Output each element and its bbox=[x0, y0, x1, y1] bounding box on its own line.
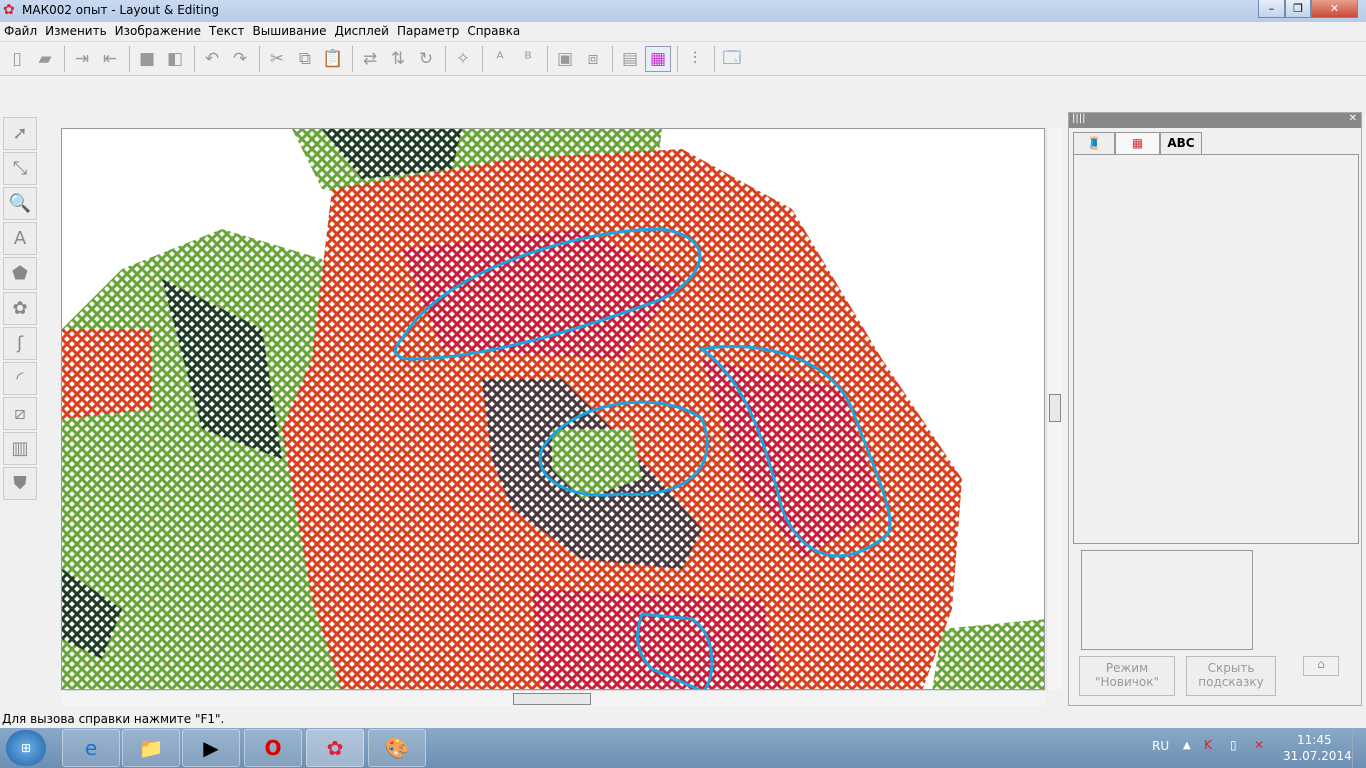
menu-edit[interactable]: Изменить bbox=[41, 22, 111, 40]
curve-tool-icon[interactable]: ʃ bbox=[3, 327, 37, 360]
close-button[interactable]: ✕ bbox=[1311, 0, 1358, 18]
battery-icon[interactable]: ▯ bbox=[1230, 738, 1237, 752]
tab-thread-colors[interactable]: 🧵 bbox=[1073, 132, 1115, 154]
sequence-icon[interactable]: ⧈ bbox=[580, 46, 606, 72]
stitch-tool-icon[interactable]: ⧄ bbox=[3, 397, 37, 430]
maximize-button[interactable]: ❐ bbox=[1285, 0, 1311, 18]
show-desktop-button[interactable] bbox=[1352, 728, 1366, 768]
corner-tool-icon[interactable]: ◜ bbox=[3, 362, 37, 395]
explorer-taskbar-icon[interactable]: 📁 bbox=[122, 729, 180, 767]
window-title: МАК002 опыт - Layout & Editing bbox=[22, 3, 219, 17]
undo-icon[interactable]: ↶ bbox=[199, 46, 225, 72]
panel-header: |||| ✕ bbox=[1069, 113, 1361, 128]
vertical-scrollbar[interactable] bbox=[1046, 128, 1062, 690]
hide-hint-button[interactable]: Скрыть подсказку bbox=[1186, 656, 1276, 696]
vertical-scroll-thumb[interactable] bbox=[1049, 394, 1061, 422]
mirror-icon[interactable]: ⇄ bbox=[357, 46, 383, 72]
paint-taskbar-icon[interactable]: 🎨 bbox=[368, 729, 426, 767]
tool-palette: ➚ ⤡ 🔍 A ⬟ ✿ ʃ ◜ ⧄ ▥ ⛊ bbox=[3, 117, 38, 502]
copy-icon[interactable]: ⧉ bbox=[292, 46, 318, 72]
panel-content bbox=[1073, 154, 1359, 544]
color-display-icon[interactable]: ▦ bbox=[645, 46, 671, 72]
text-tool-icon[interactable]: A bbox=[3, 222, 37, 255]
menu-text[interactable]: Текст bbox=[205, 22, 249, 40]
export-icon[interactable]: ⇤ bbox=[97, 46, 123, 72]
embroidery-app-taskbar-icon[interactable]: ✿ bbox=[306, 729, 364, 767]
menu-image[interactable]: Изображение bbox=[111, 22, 205, 40]
tab-abc[interactable]: ABC bbox=[1160, 132, 1202, 154]
app-flower-icon: ✿ bbox=[3, 2, 15, 18]
preview-icon[interactable]: ▤ bbox=[617, 46, 643, 72]
green-leaves-right bbox=[932, 619, 1044, 689]
title-bar: ✿ МАК002 опыт - Layout & Editing – ❐ ✕ bbox=[0, 0, 1366, 22]
network-icon[interactable]: ✕ bbox=[1254, 738, 1264, 752]
menu-display[interactable]: Дисплей bbox=[330, 22, 392, 40]
ie-taskbar-icon[interactable]: e bbox=[62, 729, 120, 767]
flip-icon[interactable]: ⇅ bbox=[385, 46, 411, 72]
import-shape-tool-icon[interactable]: ✿ bbox=[3, 292, 37, 325]
redo-icon[interactable]: ↷ bbox=[227, 46, 253, 72]
text-down-icon[interactable]: ᴬ bbox=[487, 46, 513, 72]
horizontal-scrollbar[interactable] bbox=[61, 690, 1045, 706]
design-canvas[interactable] bbox=[61, 128, 1045, 690]
cut-icon[interactable]: ✂ bbox=[264, 46, 290, 72]
home-settings-icon[interactable]: ⌂ bbox=[1303, 656, 1339, 676]
menu-file[interactable]: Файл bbox=[0, 22, 41, 40]
point-edit-tool-icon[interactable]: ⤡ bbox=[3, 152, 37, 185]
save-icon[interactable]: ■ bbox=[134, 46, 160, 72]
opera-taskbar-icon[interactable]: O bbox=[244, 729, 302, 767]
menu-bar: Файл Изменить Изображение Текст Вышивание Дис… bbox=[0, 22, 1366, 42]
new-icon[interactable]: ▯ bbox=[4, 46, 30, 72]
language-indicator[interactable]: RU bbox=[1152, 739, 1169, 753]
panel-close-icon[interactable]: ✕ bbox=[1349, 113, 1357, 124]
select-tool-icon[interactable]: ➚ bbox=[3, 117, 37, 150]
clock-date[interactable]: 31.07.2014 bbox=[1283, 749, 1352, 763]
zoom-tool-icon[interactable]: 🔍 bbox=[3, 187, 37, 220]
hint-box bbox=[1081, 550, 1253, 650]
clock-time[interactable]: 11:45 bbox=[1297, 733, 1332, 747]
minimize-button[interactable]: – bbox=[1258, 0, 1285, 18]
media-player-taskbar-icon[interactable]: ▶ bbox=[182, 729, 240, 767]
horizontal-scroll-thumb[interactable] bbox=[513, 693, 591, 705]
text-up-icon[interactable]: ᴮ bbox=[515, 46, 541, 72]
stamp-tool-icon[interactable]: ⛊ bbox=[3, 467, 37, 500]
import-icon[interactable]: ⇥ bbox=[69, 46, 95, 72]
menu-embroidery[interactable]: Вышивание bbox=[249, 22, 331, 40]
side-panel: |||| ✕ 🧵 ▦ ABC Режим "Новичок" Скрыть под… bbox=[1068, 112, 1362, 706]
menu-parameter[interactable]: Параметр bbox=[393, 22, 463, 40]
status-bar: Для вызова справки нажмите "F1". bbox=[2, 712, 225, 726]
hoop-icon[interactable]: ▣ bbox=[552, 46, 578, 72]
tray-expand-icon[interactable]: ▲ bbox=[1183, 740, 1191, 751]
novice-mode-button[interactable]: Режим "Новичок" bbox=[1079, 656, 1175, 696]
tab-stitch-list[interactable]: ▦ bbox=[1115, 132, 1160, 154]
antivirus-icon[interactable]: K bbox=[1204, 738, 1212, 752]
save-as-icon[interactable]: ◧ bbox=[162, 46, 188, 72]
shape-tool-icon[interactable]: ⬟ bbox=[3, 257, 37, 290]
stitch-icon[interactable]: ⫶ bbox=[682, 46, 708, 72]
rotate-icon[interactable]: ↻ bbox=[413, 46, 439, 72]
window-icon[interactable]: 🗔 bbox=[719, 46, 745, 72]
taskbar: ⊞ e 📁 ▶ O ✿ 🎨 RU ▲ K ▯ ✕ 11:45 31.07.201… bbox=[0, 728, 1366, 768]
toolbar: ▯ ▰ ⇥ ⇤ ■ ◧ ↶ ↷ ✂ ⧉ 📋 ⇄ ⇅ ↻ ✧ ᴬᴮ ▣ ⧈ ▤ ▦ ⫶ 🗔 bbox=[0, 43, 1366, 76]
paste-icon[interactable]: 📋 bbox=[320, 46, 346, 72]
start-button[interactable]: ⊞ bbox=[6, 730, 46, 766]
fill-pattern-tool-icon[interactable]: ▥ bbox=[3, 432, 37, 465]
magic-wand-icon[interactable]: ✧ bbox=[450, 46, 476, 72]
cross-stitch-design bbox=[62, 129, 1044, 689]
open-icon[interactable]: ▰ bbox=[32, 46, 58, 72]
menu-help[interactable]: Справка bbox=[463, 22, 524, 40]
